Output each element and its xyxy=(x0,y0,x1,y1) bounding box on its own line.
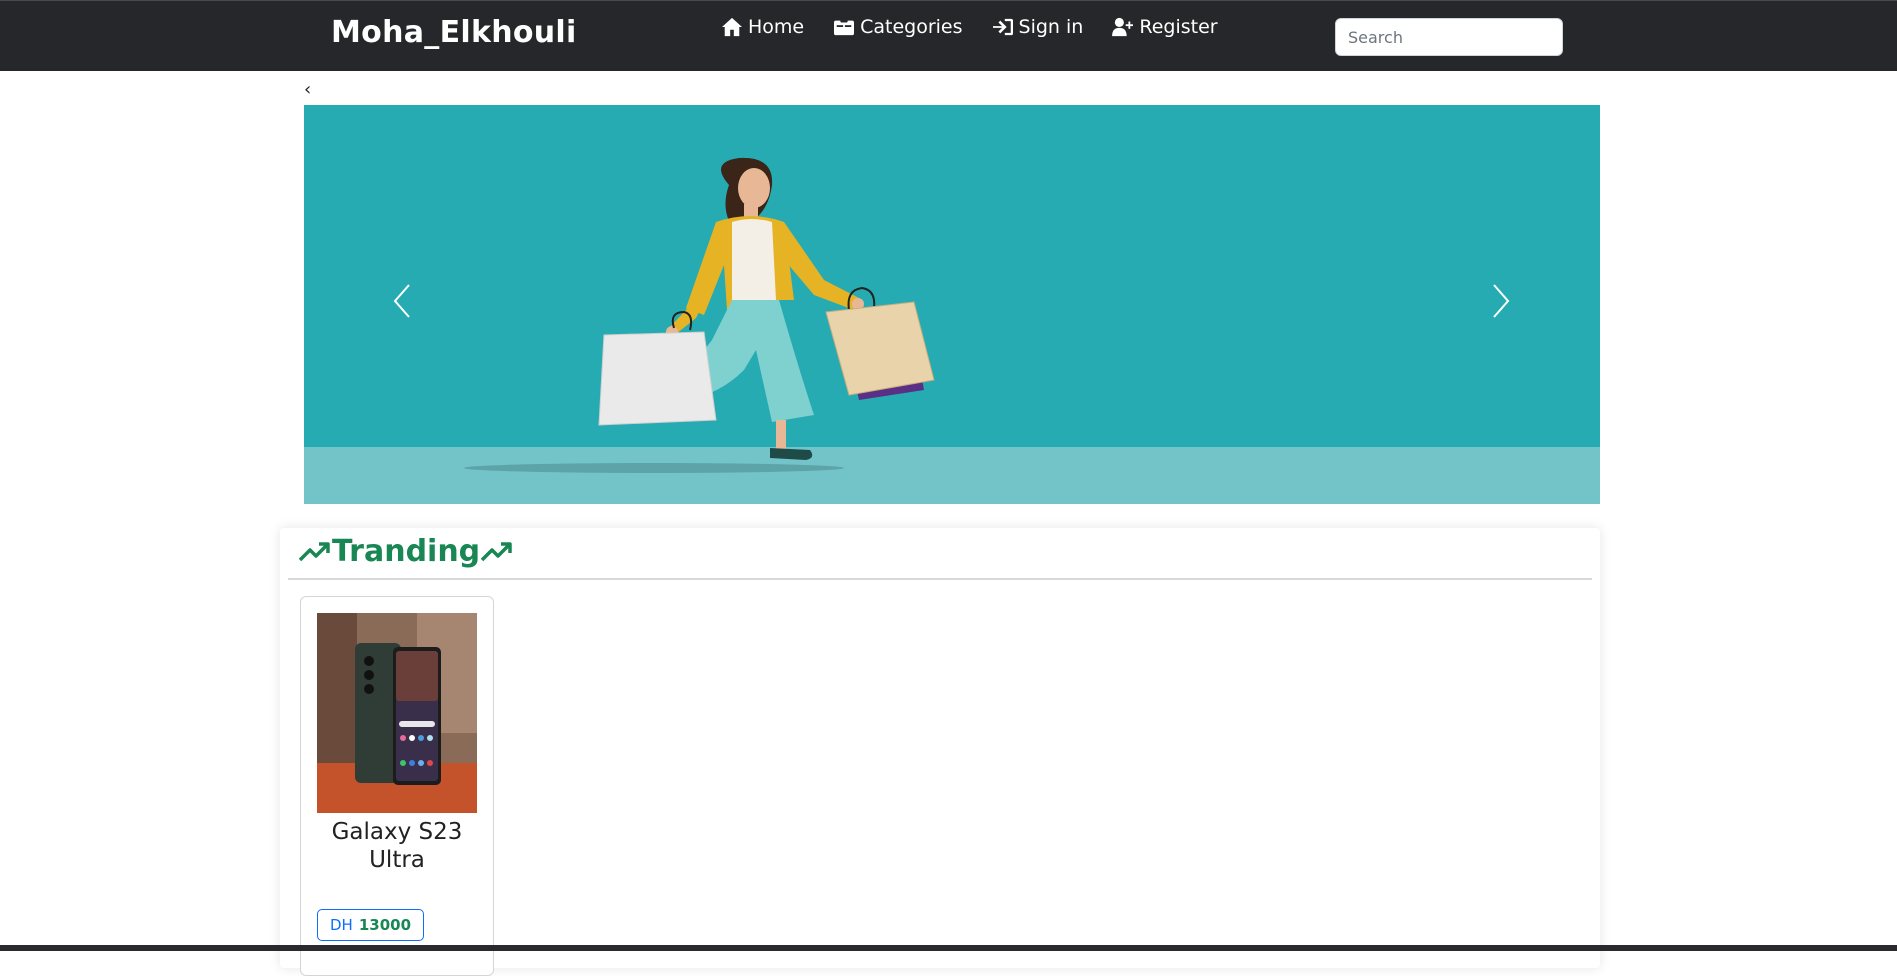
nav-link-categories[interactable]: Categories xyxy=(833,16,963,38)
search-input[interactable] xyxy=(1335,18,1563,56)
nav-link-sign-in[interactable]: Sign in xyxy=(992,16,1084,38)
chevron-right-icon xyxy=(1493,284,1510,318)
product-card[interactable]: Galaxy S23 Ultra DH 13000 xyxy=(300,596,494,976)
hero-image-shopper xyxy=(464,157,935,473)
nav-link-register-label: Register xyxy=(1139,16,1218,38)
carousel-next-button[interactable] xyxy=(1481,271,1521,331)
phone-image xyxy=(317,613,477,813)
nav-link-categories-label: Categories xyxy=(860,16,963,38)
hero-carousel xyxy=(304,105,1600,504)
nav-links: Home Categories Sign in Register xyxy=(721,16,1218,38)
brand-logo[interactable]: Moha_Elkhouli xyxy=(331,15,577,50)
section-divider xyxy=(288,578,1592,580)
trending-up-icon xyxy=(480,541,512,561)
price-currency: DH xyxy=(330,916,353,934)
product-image[interactable] xyxy=(317,613,477,813)
sign-in-icon xyxy=(992,18,1013,36)
trending-up-icon xyxy=(298,541,330,561)
nav-link-register[interactable]: Register xyxy=(1112,16,1218,38)
price-badge: DH 13000 xyxy=(317,909,425,941)
chevron-left-icon xyxy=(393,284,410,318)
trending-section: Tranding Galaxy S23 Ultra DH 13000 xyxy=(280,528,1600,976)
carousel-prev-button[interactable] xyxy=(382,271,422,331)
home-icon xyxy=(722,17,742,37)
taskbar-strip xyxy=(0,945,1897,951)
product-name[interactable]: Galaxy S23 Ultra xyxy=(301,818,493,874)
price-value: 13000 xyxy=(358,916,412,934)
nav-link-home-label: Home xyxy=(748,16,805,38)
trending-title-label: Tranding xyxy=(332,534,481,569)
back-chevron[interactable]: ‹ xyxy=(304,80,311,100)
top-navbar: Moha_Elkhouli Home Categories Sign in Re… xyxy=(0,0,1897,71)
user-plus-icon xyxy=(1112,17,1134,37)
categories-icon xyxy=(834,17,855,36)
nav-link-sign-in-label: Sign in xyxy=(1018,16,1084,38)
trending-title: Tranding xyxy=(298,534,514,569)
nav-link-home[interactable]: Home xyxy=(721,16,804,38)
